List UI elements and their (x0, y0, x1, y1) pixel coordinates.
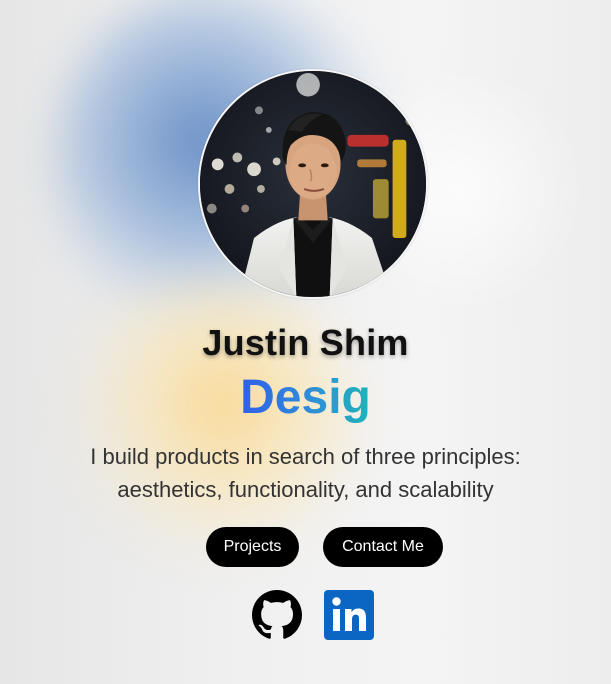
tagline-line-1: I build products in search of three prin… (90, 444, 521, 469)
hero-section: Justin Shim Desig I build products in se… (0, 0, 611, 684)
projects-button[interactable]: Projects (206, 527, 299, 567)
tagline: I build products in search of three prin… (30, 440, 581, 506)
github-link[interactable] (252, 590, 302, 640)
contact-me-button[interactable]: Contact Me (323, 527, 443, 567)
tagline-line-2: aesthetics, functionality, and scalabili… (117, 477, 494, 502)
profile-photo (198, 69, 428, 299)
role-text: Desig (240, 371, 371, 424)
profile-name: Justin Shim (202, 322, 409, 363)
linkedin-icon (324, 590, 374, 640)
role-typing-text: Desig (0, 370, 611, 425)
github-icon (252, 590, 302, 639)
linkedin-link[interactable] (324, 590, 374, 640)
